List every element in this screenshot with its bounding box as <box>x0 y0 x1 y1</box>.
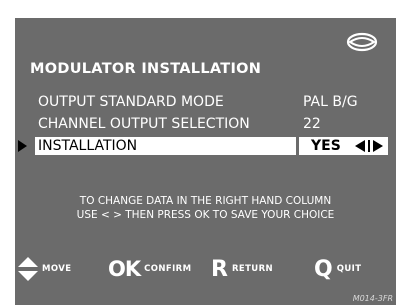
menu-item-label: CHANNEL OUTPUT SELECTION <box>38 116 250 132</box>
help-text-line-1: TO CHANGE DATA IN THE RIGHT HAND COLUMN <box>79 195 332 207</box>
brand-logo-icon <box>346 32 378 52</box>
reference-code: M014-3FR <box>352 294 393 303</box>
osd-screen: MODULATOR INSTALLATION OUTPUT STANDARD M… <box>15 18 396 305</box>
menu-item-value: PAL B/G <box>303 94 358 110</box>
key-legend: MOVE OK CONFIRM R RETURN Q QUIT <box>15 256 396 284</box>
legend-quit-label: QUIT <box>336 264 362 274</box>
menu-item-value: 22 <box>303 116 321 132</box>
menu-item-value: YES <box>311 138 341 154</box>
r-key-glyph: R <box>211 256 228 282</box>
page-title: MODULATOR INSTALLATION <box>30 61 262 77</box>
legend-confirm-label: CONFIRM <box>144 264 192 274</box>
legend-move: MOVE <box>18 256 71 282</box>
legend-return-label: RETURN <box>231 264 274 274</box>
menu-item-label: OUTPUT STANDARD MODE <box>38 94 224 110</box>
left-right-arrows-icon[interactable] <box>355 140 385 152</box>
menu-item-installation[interactable]: INSTALLATION YES <box>15 137 396 155</box>
q-key-glyph: Q <box>314 256 333 282</box>
menu-item-label: INSTALLATION <box>38 138 138 154</box>
legend-move-label: MOVE <box>42 264 72 274</box>
legend-confirm: OK CONFIRM <box>108 256 191 282</box>
menu-item-channel-output-selection[interactable]: CHANNEL OUTPUT SELECTION 22 <box>15 115 396 133</box>
selection-pointer-icon <box>18 140 27 152</box>
legend-return: R RETURN <box>211 256 273 282</box>
menu-item-output-standard-mode[interactable]: OUTPUT STANDARD MODE PAL B/G <box>15 93 396 111</box>
ok-key-glyph: OK <box>108 257 141 281</box>
up-down-arrows-icon <box>18 257 38 281</box>
legend-quit: Q QUIT <box>314 256 361 282</box>
help-text-line-2: USE < > THEN PRESS OK TO SAVE YOUR CHOIC… <box>76 209 335 221</box>
